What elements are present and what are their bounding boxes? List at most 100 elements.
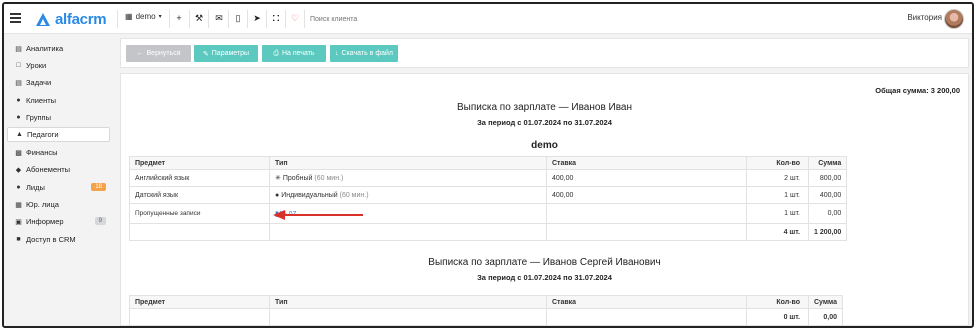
- report-panel: Общая сумма: 3 200,00 Выписка по зарплат…: [120, 73, 969, 326]
- sum-cell: 800,00: [807, 169, 848, 187]
- report-period: За период с 01.07.2024 по 31.07.2024: [477, 273, 612, 282]
- telegram-icon[interactable]: ➤: [251, 12, 263, 24]
- divider: [169, 10, 170, 28]
- column-header: Тип: [269, 295, 547, 309]
- sidebar-item-subscriptions[interactable]: ◆ Абонементы: [7, 162, 110, 177]
- menu-icon[interactable]: [10, 13, 21, 23]
- empty-cell: [129, 308, 270, 326]
- sidebar-item-label: Уроки: [26, 61, 47, 70]
- tag-icon: ◆: [15, 166, 22, 174]
- column-header: Кол-во: [746, 156, 809, 170]
- empty-cell: [546, 308, 747, 326]
- duration: (60 мин.): [314, 175, 344, 182]
- params-button[interactable]: ✎ Параметры: [194, 45, 258, 62]
- duration: (60 мин.): [339, 191, 369, 199]
- back-button[interactable]: ← Вернуться: [126, 45, 191, 62]
- user-icon: ●: [275, 191, 280, 199]
- rate-cell: [546, 203, 747, 224]
- sidebar-item-label: Доступ в CRM: [26, 235, 76, 244]
- download-button[interactable]: ↓ Скачать в файл: [330, 45, 398, 62]
- action-toolbar: ← Вернуться ✎ Параметры ⎙ На печать ↓ Ск…: [120, 38, 969, 68]
- mobile-icon[interactable]: ▯: [232, 12, 244, 24]
- column-header: Сумма: [807, 295, 844, 309]
- column-header: Кол-во: [746, 295, 809, 309]
- empty-cell: [269, 308, 547, 326]
- bell-icon[interactable]: ♡: [289, 12, 301, 24]
- sidebar-item-groups[interactable]: ● Группы: [7, 110, 110, 125]
- sidebar: ▤ Аналитика □ Уроки ▤ Задачи ● Клиенты ●…: [4, 35, 114, 326]
- report-title: Выписка по зарплате — Иванов Иван: [456, 102, 633, 113]
- sum-cell: 400,00: [807, 186, 848, 204]
- lock-icon: ■: [16, 236, 21, 243]
- empty-cell: [546, 223, 747, 241]
- sidebar-item-tasks[interactable]: ▤ Задачи: [7, 75, 110, 90]
- users-icon: ●: [16, 114, 21, 121]
- rate-cell: 400,00: [546, 169, 747, 187]
- branch-selector[interactable]: ▦ demo ▾: [125, 12, 162, 21]
- graduation-cap-icon: ▲: [16, 131, 23, 138]
- divider: [247, 10, 248, 28]
- sidebar-item-label: Юр. лица: [26, 200, 59, 209]
- sidebar-item-legal[interactable]: ▦ Юр. лица: [7, 197, 110, 212]
- inbox-icon: ▣: [15, 218, 22, 226]
- building-icon: ▦: [125, 12, 133, 21]
- logo[interactable]: alfacrm: [36, 11, 107, 28]
- type-cell: ✳ Пробный (60 мин.): [269, 169, 547, 187]
- user-icon: ●: [16, 97, 21, 104]
- divider: [117, 10, 118, 28]
- tasks-icon: ▤: [15, 79, 22, 87]
- money-icon: ▩: [15, 149, 22, 157]
- sidebar-item-crm-access[interactable]: ■ Доступ в CRM: [7, 232, 110, 247]
- sidebar-item-leads[interactable]: ● Лиды 18: [7, 180, 110, 195]
- salary-table: Предмет Тип Ставка Кол-во Сумма 0 шт. 0,…: [129, 295, 844, 326]
- sidebar-item-label: Задачи: [26, 78, 52, 87]
- cart-icon[interactable]: ⛚: [270, 12, 282, 24]
- column-header: Предмет: [129, 295, 270, 309]
- sidebar-item-label: Аналитика: [26, 44, 64, 53]
- search-input[interactable]: [310, 12, 450, 26]
- wrench-icon[interactable]: ⚒: [193, 12, 205, 24]
- app-window: alfacrm ▦ demo ▾ + ⚒ ✉ ▯ ➤ ⛚ ♡ Виктория …: [2, 2, 974, 328]
- column-header: Ставка: [546, 156, 747, 170]
- print-icon: ⎙: [273, 49, 279, 57]
- total-sum: 0,00: [807, 308, 844, 326]
- divider: [228, 10, 229, 28]
- plus-icon[interactable]: +: [173, 12, 185, 24]
- table-row: Пропущенные записи ▮15.07 1 шт. 0,00: [129, 203, 848, 224]
- main-content: ← Вернуться ✎ Параметры ⎙ На печать ↓ Ск…: [120, 35, 969, 326]
- download-icon: ↓: [334, 50, 339, 57]
- table-total-row: 4 шт. 1 200,00: [129, 223, 848, 241]
- chart-icon: ▤: [15, 45, 22, 53]
- sum-cell: 0,00: [807, 203, 848, 224]
- sidebar-item-analytics[interactable]: ▤ Аналитика: [7, 41, 110, 56]
- missed-date-link[interactable]: 15.07: [279, 211, 297, 218]
- sidebar-item-label: Абонементы: [26, 165, 71, 174]
- user-name[interactable]: Виктория: [907, 13, 942, 22]
- top-bar: alfacrm ▦ demo ▾ + ⚒ ✉ ▯ ➤ ⛚ ♡ Виктория: [4, 4, 972, 34]
- sidebar-item-informer[interactable]: ▣ Информер 9: [7, 214, 110, 229]
- sidebar-item-clients[interactable]: ● Клиенты: [7, 93, 110, 108]
- avatar[interactable]: [944, 9, 964, 29]
- column-header: Предмет: [129, 156, 270, 170]
- count-badge: 18: [91, 183, 106, 191]
- sidebar-item-finance[interactable]: ▩ Финансы: [7, 145, 110, 160]
- back-label: Вернуться: [146, 50, 181, 57]
- asterisk-icon: ✳: [275, 175, 281, 182]
- sidebar-item-teachers[interactable]: ▲ Педагоги: [7, 127, 110, 142]
- divider: [304, 10, 305, 28]
- divider: [266, 10, 267, 28]
- rate-cell: 400,00: [546, 186, 747, 204]
- subject-cell: Пропущенные записи: [129, 203, 270, 224]
- group-title: demo: [531, 140, 558, 151]
- sidebar-item-lessons[interactable]: □ Уроки: [7, 58, 110, 73]
- qty-cell: 2 шт.: [746, 169, 809, 187]
- sidebar-item-label: Группы: [26, 113, 51, 122]
- divider: [208, 10, 209, 28]
- column-header: Ставка: [546, 295, 747, 309]
- calendar-icon: □: [16, 62, 21, 69]
- envelope-icon[interactable]: ✉: [213, 12, 225, 24]
- report-title: Выписка по зарплате — Иванов Сергей Иван…: [428, 257, 661, 268]
- caret-down-icon: ▾: [158, 14, 162, 20]
- edit-icon: ✎: [202, 50, 209, 58]
- print-button[interactable]: ⎙ На печать: [262, 45, 326, 62]
